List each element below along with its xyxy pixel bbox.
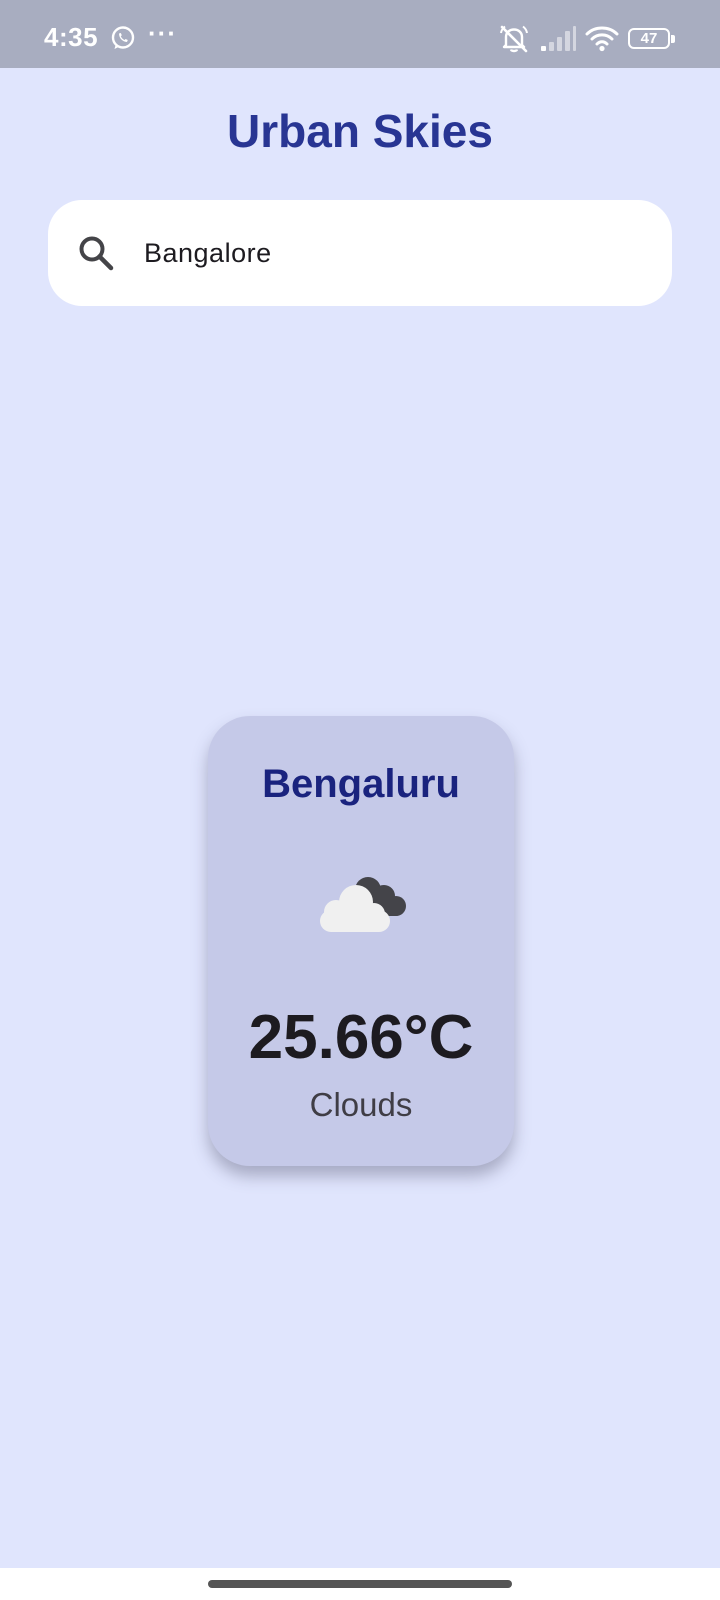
search-icon[interactable]: [76, 233, 116, 273]
home-indicator[interactable]: [208, 1580, 512, 1588]
page-title: Urban Skies: [227, 105, 493, 157]
status-time: 4:35: [44, 22, 99, 52]
temperature: 25.66°C: [248, 1003, 474, 1072]
whatsapp-icon: [111, 26, 135, 49]
search-input[interactable]: [144, 200, 644, 306]
city-name: Bengaluru: [262, 762, 460, 806]
navigation-bar: [0, 1568, 720, 1600]
more-notifications-icon: ···: [148, 18, 177, 48]
mute-icon: [500, 25, 528, 53]
signal-icon: [541, 26, 576, 51]
wifi-icon: [585, 26, 619, 52]
status-bar: 4:35 ··· 47: [0, 0, 720, 68]
weather-card: Bengaluru 25.66°C Clouds: [208, 716, 514, 1166]
search-bar[interactable]: [48, 200, 672, 306]
cloudy-icon: [320, 877, 406, 932]
weather-condition: Clouds: [309, 1086, 413, 1123]
battery-icon: 47: [628, 28, 675, 49]
